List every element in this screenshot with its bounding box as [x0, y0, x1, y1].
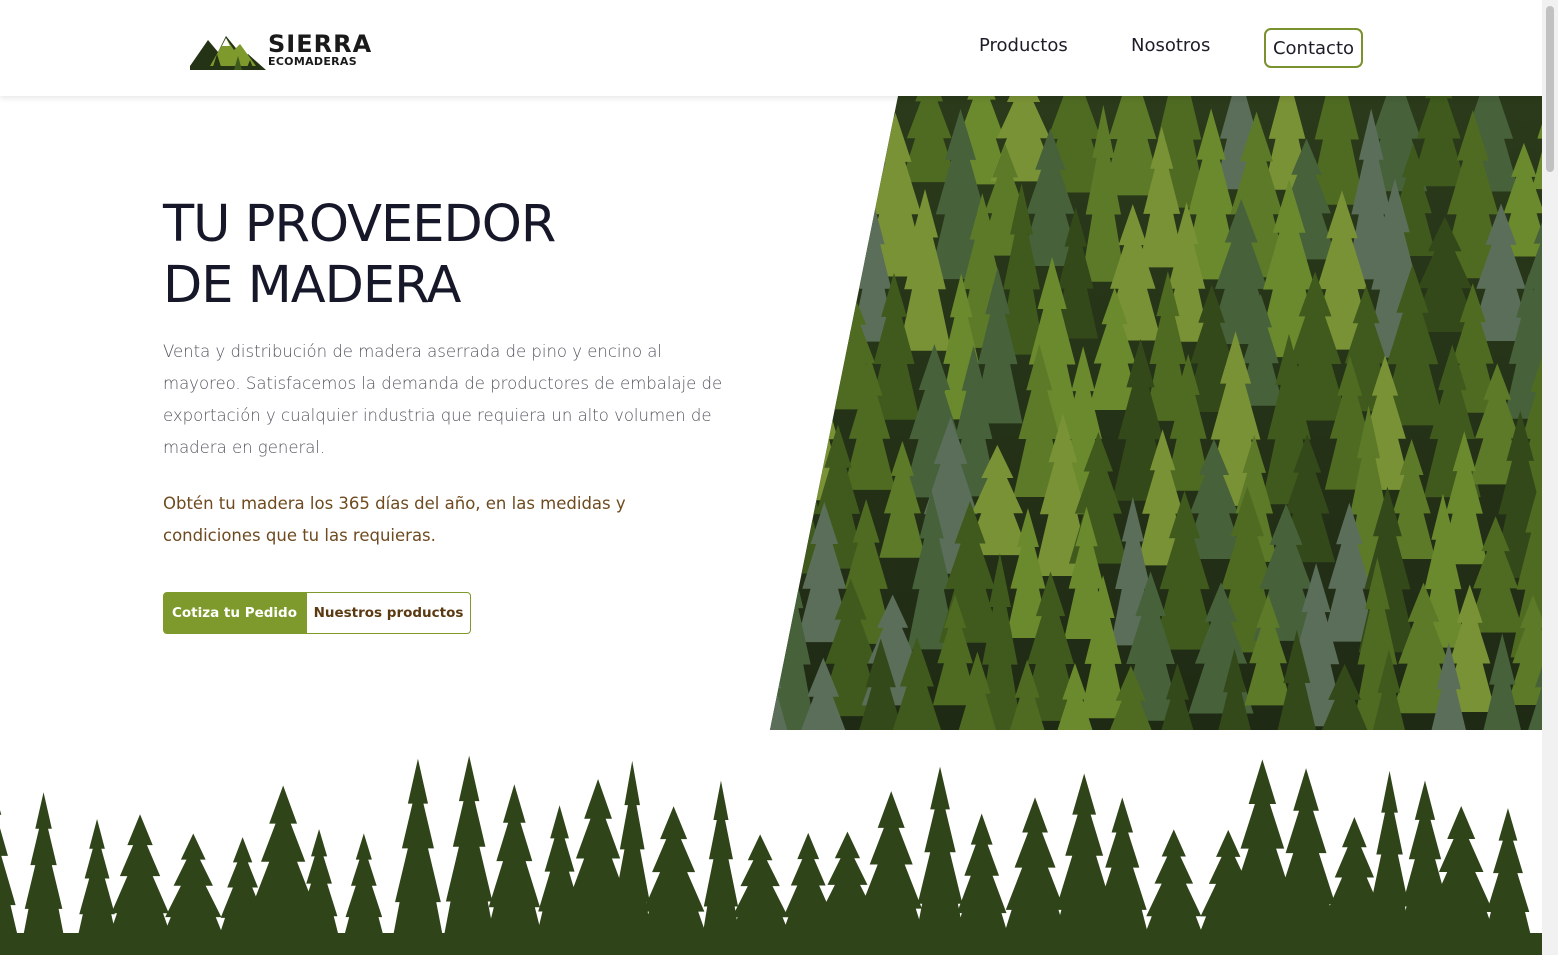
forest-tree: [770, 279, 815, 416]
logo-subtitle: ECOMADERAS: [268, 55, 357, 68]
scrollbar-thumb[interactable]: [1546, 6, 1554, 172]
treeline-tree: [162, 833, 225, 938]
forest-tree: [797, 96, 844, 195]
mountains-trees-logo-icon: [190, 36, 266, 70]
logo[interactable]: SIERRA ECOMADERAS: [190, 26, 372, 72]
nav-productos[interactable]: Productos: [979, 35, 1068, 56]
logo-text: SIERRA ECOMADERAS: [268, 32, 372, 68]
treeline-tree: [486, 784, 543, 938]
treeline-tree: [729, 834, 792, 938]
site-header: SIERRA ECOMADERAS Productos Nosotros Con…: [0, 0, 1542, 96]
treeline-tree: [1484, 808, 1532, 938]
forest-tree: [797, 216, 852, 333]
treeline-tree: [443, 755, 495, 938]
cotiza-pedido-button[interactable]: Cotiza tu Pedido: [163, 592, 306, 634]
forest-tree: [812, 135, 875, 262]
forest-tree: [770, 214, 800, 334]
hero-note: Obtén tu madera los 365 días del año, en…: [163, 494, 626, 545]
treeline-tree: [639, 806, 708, 938]
page-scrollbar[interactable]: [1542, 0, 1558, 955]
hero-description: Venta y distribución de madera aserrada …: [163, 342, 723, 457]
nuestros-productos-button[interactable]: Nuestros productos: [306, 592, 471, 634]
treeline-tree: [343, 833, 385, 938]
treeline-tree: [857, 791, 925, 938]
hero-title: TU PROVEEDOR DE MADERA: [163, 195, 556, 315]
treeline-tree: [1143, 829, 1205, 938]
treeline-tree: [1002, 797, 1068, 938]
forest-tree: [770, 96, 794, 196]
treeline-tree: [0, 810, 19, 938]
forest-tree: [770, 352, 800, 492]
treeline-tree: [22, 792, 65, 938]
treeline-silhouette: [0, 755, 1542, 955]
treeline-tree: [1368, 770, 1411, 938]
treeline-tree: [108, 814, 172, 938]
treeline-tree: [1095, 797, 1150, 938]
nav-contacto-button[interactable]: Contacto: [1264, 28, 1363, 68]
treeline-tree: [954, 813, 1009, 938]
nav-nosotros[interactable]: Nosotros: [1131, 35, 1210, 56]
treeline-tree: [392, 758, 444, 938]
forest-tree: [770, 109, 823, 279]
logo-title: SIERRA: [268, 30, 373, 58]
treeline-tree: [77, 818, 117, 938]
hero-buttons: Cotiza tu Pedido Nuestros productos: [163, 592, 471, 634]
pine-forest-image: [770, 96, 1542, 730]
